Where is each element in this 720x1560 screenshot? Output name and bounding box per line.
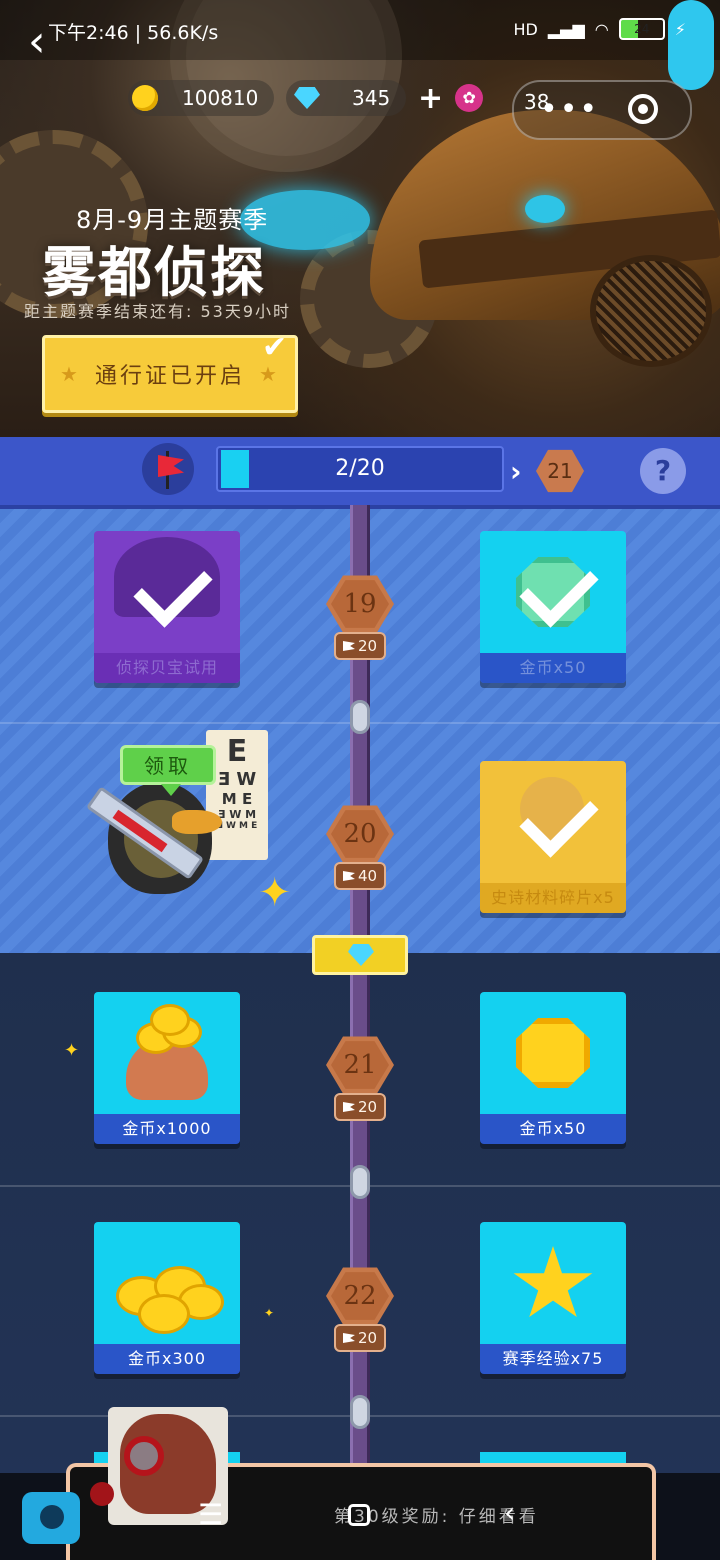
signal-icon: ▂▄▆ — [547, 19, 585, 39]
coin-icon — [516, 1018, 590, 1088]
charging-icon: ⚡ — [674, 19, 686, 39]
reward-card-pass[interactable]: 金币x50 — [480, 531, 626, 683]
currency-bar: 100810 345 + ✿ — [128, 80, 484, 116]
flag-icon — [342, 871, 355, 881]
coin-icon — [138, 1294, 190, 1334]
requirement-value: 20 — [357, 1329, 378, 1347]
coin-icon — [150, 1004, 190, 1036]
reward-image — [94, 531, 240, 653]
reward-image — [94, 992, 240, 1114]
add-gems-button[interactable]: + — [418, 81, 443, 116]
requirement-value: 20 — [357, 1098, 378, 1116]
grille-decoration — [590, 255, 712, 367]
chain-link — [350, 1165, 370, 1199]
reward-label: 史诗材料碎片x5 — [480, 883, 626, 913]
record-dot — [90, 1482, 114, 1506]
season-title: 雾都侦探 — [42, 240, 266, 304]
gem-icon — [348, 944, 374, 966]
requirement-value: 20 — [357, 637, 378, 655]
requirement-value: 40 — [357, 867, 378, 885]
level-number: 19 — [331, 580, 389, 628]
reward-card-free[interactable]: 侦探贝宝试用 — [94, 531, 240, 683]
home-nav-button[interactable] — [348, 1504, 370, 1526]
wifi-icon: ◠ — [594, 19, 609, 39]
reward-image — [480, 531, 626, 653]
level-number: 21 — [331, 1041, 389, 1089]
gem-count: 345 — [352, 86, 391, 110]
level-requirement: 20 — [334, 1093, 386, 1121]
coin-icon — [132, 85, 158, 111]
reward-card-free[interactable]: 金币x1000 — [94, 992, 240, 1144]
chain-link — [350, 700, 370, 734]
reward-image — [480, 761, 626, 883]
level-requirement: 40 — [334, 862, 386, 890]
magnifier-icon — [124, 1436, 164, 1476]
pass-divider-banner — [312, 935, 408, 975]
battery-icon: 24 — [618, 18, 665, 40]
pass-button[interactable]: ★ 通行证已开启 ★ — [42, 335, 298, 413]
penguin-beak — [172, 810, 222, 834]
sparkle-icon: ✦ — [264, 1306, 275, 1320]
star-icon: ★ — [259, 362, 280, 386]
reward-card-pass[interactable]: 史诗材料碎片x5 — [480, 761, 626, 913]
check-icon: ✔ — [262, 330, 288, 365]
reward-image — [94, 1222, 240, 1344]
eye-chart-line: M E — [221, 790, 253, 808]
status-icons: HD ▂▄▆ ◠ 24 ⚡ — [514, 18, 686, 40]
level-requirement: 20 — [334, 632, 386, 660]
reward-label: 金币x1000 — [94, 1114, 240, 1144]
sparkle-icon: ✦ — [64, 1040, 80, 1061]
eye-glow — [525, 195, 565, 223]
gem-icon — [294, 87, 320, 109]
sparkle-icon: ✦ — [258, 870, 292, 916]
progress-text: 2/20 — [335, 456, 385, 481]
reward-label: 金币x50 — [480, 1114, 626, 1144]
reward-label: 赛季经验x75 — [480, 1344, 626, 1374]
flag-icon — [342, 1333, 355, 1343]
back-arrow-icon: ‹ — [28, 16, 46, 67]
coin-count: 100810 — [182, 86, 259, 110]
more-dots-icon[interactable]: ••• — [540, 92, 599, 127]
chain-link — [350, 1395, 370, 1429]
coin-counter[interactable]: 100810 — [128, 80, 274, 116]
gem-counter[interactable]: 345 — [286, 80, 406, 116]
level-requirement: 20 — [334, 1324, 386, 1352]
pass-button-label: 通行证已开启 — [94, 364, 245, 389]
question-icon: ? — [654, 454, 672, 487]
reward-card-free[interactable]: 金币x300 — [94, 1222, 240, 1374]
reward-card-pass[interactable]: 赛季经验x75 — [480, 1222, 626, 1374]
signal-label: HD — [513, 19, 538, 39]
level-number: 20 — [331, 810, 389, 858]
reward-label: 侦探贝宝试用 — [94, 653, 240, 683]
status-time: 下午2:46 | 56.6K/s — [48, 22, 219, 44]
level-number: 22 — [331, 1272, 389, 1320]
reward-card-pass[interactable]: 金币x50 — [480, 992, 626, 1144]
star-icon — [513, 1246, 593, 1317]
flag-icon — [342, 641, 355, 651]
reward-image — [480, 1222, 626, 1344]
flag-icon — [342, 1102, 355, 1112]
claim-button[interactable]: 领取 — [120, 745, 216, 796]
reward-label: 金币x300 — [94, 1344, 240, 1374]
chevron-right-icon: › — [510, 455, 522, 488]
cyan-decoration — [668, 0, 714, 90]
lotus-icon: ✿ — [455, 84, 484, 112]
menu-nav-icon[interactable]: ☰ — [198, 1498, 223, 1531]
star-icon: ★ — [60, 362, 81, 386]
help-button[interactable]: ? — [640, 448, 686, 494]
back-nav-icon[interactable]: ‹ — [504, 1496, 515, 1529]
camera-icon — [40, 1505, 64, 1529]
season-remaining: 距主题赛季结束还有: 53天9小时 — [24, 302, 292, 321]
target-icon[interactable] — [628, 94, 658, 124]
reward-image — [480, 992, 626, 1114]
reward-label: 金币x50 — [480, 653, 626, 683]
